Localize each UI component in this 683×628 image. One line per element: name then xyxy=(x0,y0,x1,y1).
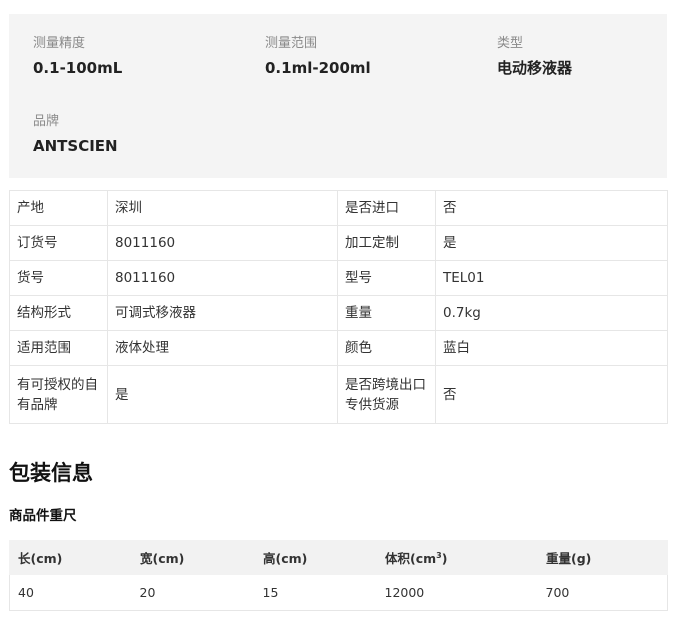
spec-value: 可调式移液器 xyxy=(107,295,338,331)
spec-value: 深圳 xyxy=(107,190,338,226)
spec-key: 订货号 xyxy=(9,225,108,261)
spec-key: 是否跨境出口专供货源 xyxy=(337,365,436,424)
spec-value: 是 xyxy=(107,365,338,424)
summary-value: 电动移液器 xyxy=(497,59,573,77)
cell-volume: 12000 xyxy=(376,574,538,611)
summary-label: 品牌 xyxy=(33,114,60,129)
spec-key: 结构形式 xyxy=(9,295,108,331)
spec-value: 是 xyxy=(435,225,668,261)
summary-value: ANTSCIEN xyxy=(33,137,118,155)
header-volume: 体积(cm3) xyxy=(376,540,538,575)
attribute-summary-panel: 测量精度 0.1-100mL 测量范围 0.1ml-200ml 类型 电动移液器… xyxy=(9,14,667,178)
packaging-section-title: 包装信息 xyxy=(9,461,93,485)
dimensions-subtitle: 商品件重尺 xyxy=(9,508,77,524)
spec-key: 是否进口 xyxy=(337,190,436,226)
spec-value: 8011160 xyxy=(107,260,338,296)
spec-key: 重量 xyxy=(337,295,436,331)
header-height: 高(cm) xyxy=(254,540,377,575)
table-row: 适用范围 液体处理 颜色 蓝白 xyxy=(9,330,668,366)
header-volume-suffix: ) xyxy=(441,551,448,566)
summary-item-type: 类型 电动移液器 xyxy=(497,36,572,78)
spec-value: 0.7kg xyxy=(435,295,668,331)
table-row: 订货号 8011160 加工定制 是 xyxy=(9,225,668,261)
summary-item-brand: 品牌 ANTSCIEN xyxy=(33,114,118,156)
spec-key: 有可授权的自有品牌 xyxy=(9,365,108,424)
summary-value: 0.1ml-200ml xyxy=(265,59,371,77)
header-length: 长(cm) xyxy=(9,540,132,575)
spec-key: 加工定制 xyxy=(337,225,436,261)
table-row: 产地 深圳 是否进口 否 xyxy=(9,190,668,226)
table-row: 货号 8011160 型号 TEL01 xyxy=(9,260,668,296)
table-row: 40 20 15 12000 700 xyxy=(9,574,668,611)
spec-table: 产地 深圳 是否进口 否 订货号 8011160 加工定制 是 货号 80111… xyxy=(9,190,668,424)
spec-value: 液体处理 xyxy=(107,330,338,366)
cell-width: 20 xyxy=(131,574,255,611)
summary-label: 测量精度 xyxy=(33,36,86,51)
cell-length: 40 xyxy=(9,574,132,611)
table-row: 有可授权的自有品牌 是 是否跨境出口专供货源 否 xyxy=(9,365,668,424)
header-volume-prefix: 体积(cm xyxy=(385,551,437,566)
summary-value: 0.1-100mL xyxy=(33,59,123,77)
summary-label: 测量范围 xyxy=(265,36,318,51)
summary-item-range: 测量范围 0.1ml-200ml xyxy=(265,36,371,78)
table-header-row: 长(cm) 宽(cm) 高(cm) 体积(cm3) 重量(g) xyxy=(9,540,668,575)
summary-item-precision: 测量精度 0.1-100mL xyxy=(33,36,122,78)
header-weight: 重量(g) xyxy=(537,540,668,575)
spec-value: 否 xyxy=(435,365,668,424)
header-width: 宽(cm) xyxy=(131,540,255,575)
spec-key: 颜色 xyxy=(337,330,436,366)
spec-value: 否 xyxy=(435,190,668,226)
spec-key: 货号 xyxy=(9,260,108,296)
summary-label: 类型 xyxy=(497,36,524,51)
cell-height: 15 xyxy=(254,574,377,611)
cell-weight: 700 xyxy=(537,574,668,611)
spec-value: TEL01 xyxy=(435,260,668,296)
dimensions-table: 长(cm) 宽(cm) 高(cm) 体积(cm3) 重量(g) 40 20 15… xyxy=(9,540,668,611)
spec-key: 适用范围 xyxy=(9,330,108,366)
table-row: 结构形式 可调式移液器 重量 0.7kg xyxy=(9,295,668,331)
spec-value: 8011160 xyxy=(107,225,338,261)
spec-key: 产地 xyxy=(9,190,108,226)
spec-value: 蓝白 xyxy=(435,330,668,366)
spec-key: 型号 xyxy=(337,260,436,296)
